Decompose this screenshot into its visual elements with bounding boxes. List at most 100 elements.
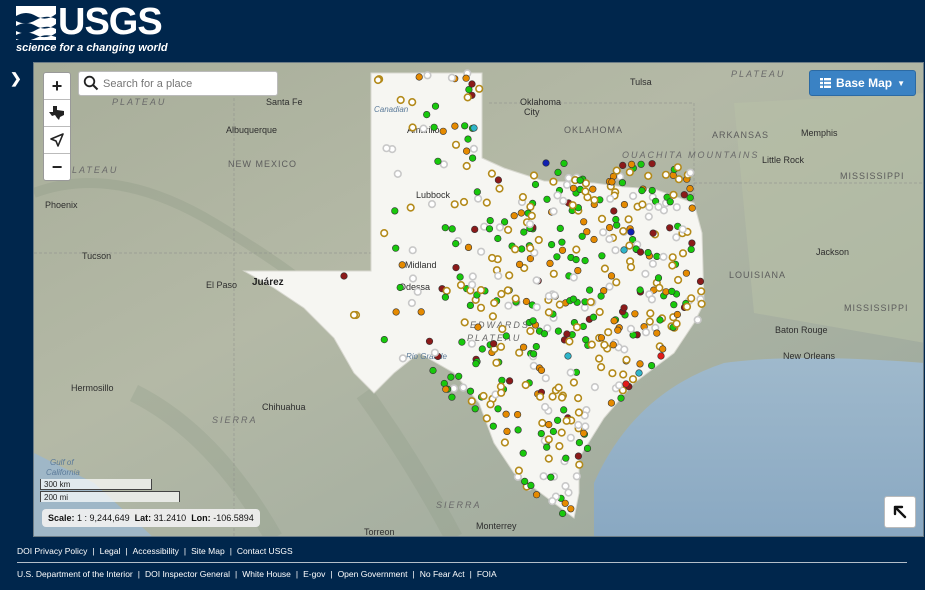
monitoring-site-marker[interactable]: [544, 308, 554, 317]
monitoring-site-marker[interactable]: [470, 124, 478, 132]
monitoring-site-marker[interactable]: [459, 383, 468, 392]
monitoring-site-marker[interactable]: [573, 394, 583, 403]
monitoring-site-marker[interactable]: [460, 318, 469, 327]
monitoring-site-marker[interactable]: [587, 340, 596, 349]
monitoring-site-marker[interactable]: [430, 123, 438, 131]
monitoring-site-marker[interactable]: [498, 324, 507, 334]
monitoring-site-marker[interactable]: [430, 348, 440, 357]
monitoring-site-marker[interactable]: [476, 303, 486, 312]
monitoring-site-marker[interactable]: [641, 328, 651, 337]
monitoring-site-marker[interactable]: [427, 200, 437, 209]
monitoring-site-marker[interactable]: [380, 336, 388, 344]
monitoring-site-marker[interactable]: [527, 211, 536, 220]
monitoring-site-marker[interactable]: [473, 188, 481, 196]
monitoring-site-marker[interactable]: [423, 110, 431, 119]
monitoring-site-marker[interactable]: [482, 414, 491, 423]
monitoring-site-marker[interactable]: [567, 505, 575, 513]
monitoring-site-marker[interactable]: [628, 191, 638, 201]
monitoring-site-marker[interactable]: [413, 287, 422, 296]
monitoring-site-marker[interactable]: [647, 295, 657, 304]
map-viewport[interactable]: PLATEAU Santa Fe Albuquerque NEW MEXICO Phoe…: [33, 62, 924, 537]
monitoring-site-marker[interactable]: [541, 402, 550, 412]
monitoring-site-marker[interactable]: [661, 170, 671, 179]
monitoring-site-marker[interactable]: [471, 225, 479, 233]
monitoring-site-marker[interactable]: [555, 300, 564, 309]
monitoring-site-marker[interactable]: [467, 397, 476, 406]
footer-link[interactable]: Accessibility: [133, 546, 179, 556]
monitoring-site-marker[interactable]: [452, 240, 460, 248]
monitoring-site-marker[interactable]: [534, 235, 543, 245]
monitoring-site-marker[interactable]: [441, 293, 450, 301]
monitoring-site-marker[interactable]: [557, 393, 567, 402]
monitoring-site-marker[interactable]: [538, 418, 547, 428]
monitoring-site-marker[interactable]: [456, 281, 466, 290]
monitoring-site-marker[interactable]: [585, 286, 594, 294]
monitoring-site-marker[interactable]: [494, 234, 502, 243]
monitoring-site-marker[interactable]: [560, 159, 568, 167]
monitoring-site-marker[interactable]: [586, 297, 595, 307]
monitoring-site-marker[interactable]: [595, 307, 604, 317]
monitoring-site-marker[interactable]: [580, 218, 588, 226]
monitoring-site-marker[interactable]: [545, 421, 553, 429]
monitoring-site-marker[interactable]: [558, 509, 567, 518]
monitoring-site-marker[interactable]: [668, 253, 677, 262]
monitoring-site-marker[interactable]: [583, 444, 592, 453]
monitoring-site-marker[interactable]: [654, 274, 663, 282]
monitoring-site-marker[interactable]: [620, 304, 628, 312]
monitoring-site-marker[interactable]: [464, 135, 472, 143]
monitoring-site-marker[interactable]: [544, 435, 553, 444]
monitoring-site-marker[interactable]: [447, 373, 455, 381]
monitoring-site-marker[interactable]: [520, 343, 528, 351]
monitoring-site-marker[interactable]: [522, 297, 531, 306]
monitoring-site-marker[interactable]: [511, 294, 520, 303]
monitoring-site-marker[interactable]: [666, 224, 674, 232]
monitoring-site-marker[interactable]: [678, 225, 687, 234]
monitoring-site-marker[interactable]: [697, 287, 706, 296]
monitoring-site-marker[interactable]: [654, 202, 663, 211]
monitoring-site-marker[interactable]: [553, 253, 561, 261]
monitoring-site-marker[interactable]: [636, 248, 645, 256]
monitoring-site-marker[interactable]: [557, 428, 566, 437]
monitoring-site-marker[interactable]: [605, 235, 614, 244]
monitoring-site-marker[interactable]: [674, 175, 684, 184]
monitoring-site-marker[interactable]: [589, 313, 598, 321]
monitoring-site-marker[interactable]: [656, 316, 664, 324]
monitoring-site-marker[interactable]: [566, 368, 575, 377]
monitoring-site-marker[interactable]: [472, 360, 480, 368]
monitoring-site-marker[interactable]: [519, 449, 527, 457]
monitoring-site-marker[interactable]: [544, 454, 553, 463]
monitoring-site-marker[interactable]: [686, 194, 694, 202]
monitoring-site-marker[interactable]: [696, 277, 705, 285]
monitoring-site-marker[interactable]: [580, 429, 588, 437]
monitoring-site-marker[interactable]: [423, 71, 432, 80]
monitoring-site-marker[interactable]: [479, 391, 488, 401]
monitoring-site-marker[interactable]: [490, 340, 498, 348]
monitoring-site-marker[interactable]: [396, 95, 405, 105]
monitoring-site-marker[interactable]: [477, 247, 486, 256]
monitoring-site-marker[interactable]: [669, 190, 678, 199]
monitoring-site-marker[interactable]: [568, 201, 577, 210]
monitoring-site-marker[interactable]: [506, 377, 514, 385]
monitoring-site-marker[interactable]: [672, 319, 681, 328]
monitoring-site-marker[interactable]: [521, 380, 530, 390]
monitoring-site-marker[interactable]: [476, 286, 486, 295]
monitoring-site-marker[interactable]: [597, 292, 605, 300]
monitoring-site-marker[interactable]: [450, 200, 459, 209]
monitoring-site-marker[interactable]: [596, 363, 606, 372]
usgs-logo[interactable]: USGS science for a changing world: [16, 2, 168, 56]
monitoring-site-marker[interactable]: [486, 400, 495, 409]
monitoring-site-marker[interactable]: [478, 345, 486, 353]
monitoring-site-marker[interactable]: [572, 323, 582, 332]
monitoring-site-marker[interactable]: [563, 330, 571, 338]
monitoring-site-marker[interactable]: [408, 97, 417, 107]
monitoring-site-marker[interactable]: [657, 352, 665, 360]
monitoring-site-marker[interactable]: [532, 343, 540, 351]
monitoring-site-marker[interactable]: [471, 405, 479, 413]
monitoring-site-marker[interactable]: [462, 161, 471, 171]
monitoring-site-marker[interactable]: [543, 443, 551, 451]
footer-link[interactable]: U.S. Department of the Interior: [17, 569, 133, 579]
texas-extent-button[interactable]: [44, 100, 70, 127]
monitoring-site-marker[interactable]: [504, 225, 513, 234]
monitoring-site-marker[interactable]: [529, 171, 539, 180]
monitoring-site-marker[interactable]: [439, 127, 447, 135]
